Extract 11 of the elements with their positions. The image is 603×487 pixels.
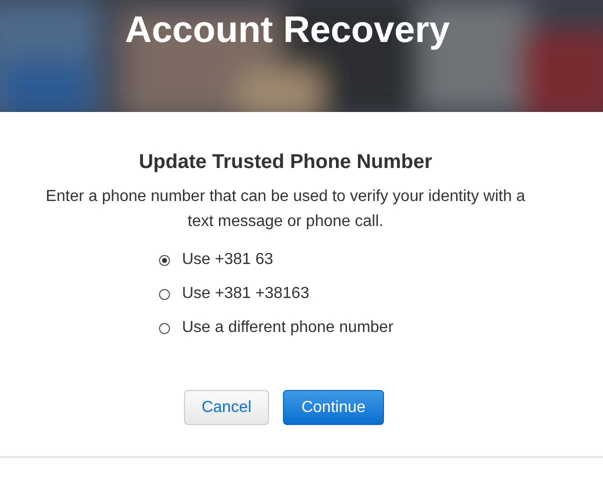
radio-button[interactable]: [159, 322, 170, 334]
page-title: Account Recovery: [125, 10, 450, 50]
option-label: Use +381 63: [182, 250, 274, 270]
radio-button[interactable]: [159, 254, 170, 266]
description: Enter a phone number that can be used to verify your identity with a text message or phone call.: [46, 187, 526, 232]
heading: Update Trusted Phone Number: [138, 150, 432, 175]
radio-button[interactable]: [159, 288, 170, 300]
option-label: Use +381 +38163: [182, 284, 310, 304]
continue-button[interactable]: Continue: [283, 390, 384, 425]
cancel-button[interactable]: Cancel: [184, 390, 269, 425]
option-label: Use a different phone number: [182, 318, 394, 338]
